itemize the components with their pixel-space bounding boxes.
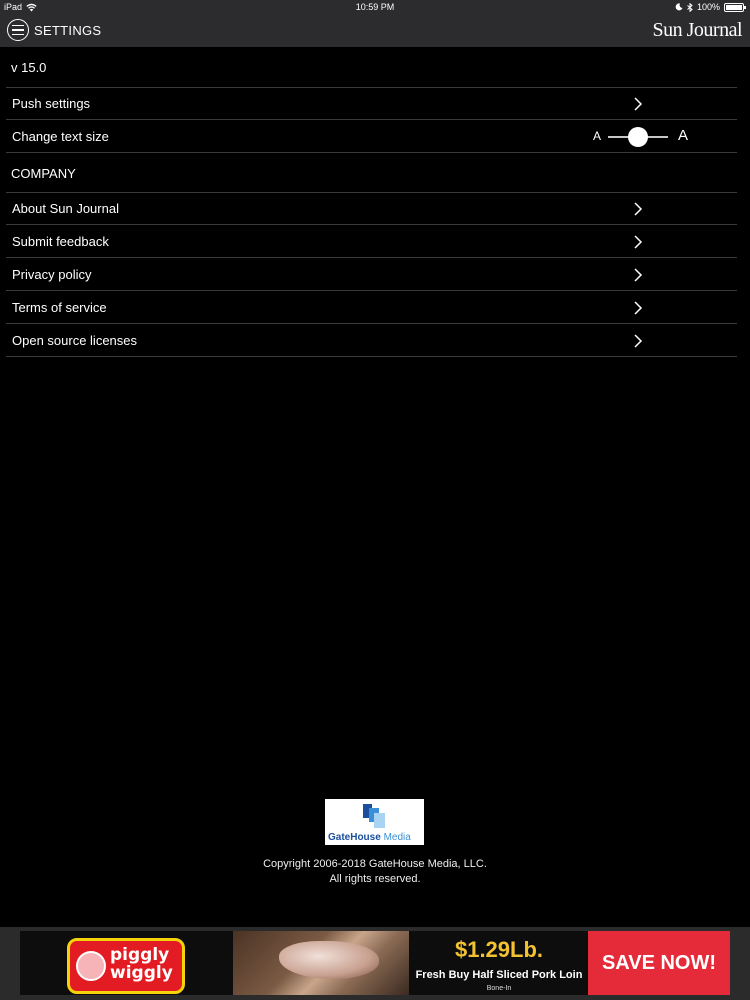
bluetooth-icon (687, 2, 693, 12)
open-source-licenses-row[interactable]: Open source licenses (6, 324, 737, 357)
top-bar: SETTINGS Sun Journal (0, 15, 750, 47)
status-right: 100% (675, 2, 746, 12)
page-title: SETTINGS (34, 23, 102, 38)
status-bar: iPad 10:59 PM 100% (0, 0, 750, 15)
company-section-title: COMPANY (11, 166, 76, 181)
ad-banner[interactable]: piggly wiggly $1.29Lb. Fresh Buy Half Sl… (0, 927, 750, 1000)
chevron-right-icon (634, 235, 643, 249)
chevron-right-icon (634, 202, 643, 216)
save-now-button[interactable]: SAVE NOW! (588, 931, 730, 995)
list-item-label: About Sun Journal (12, 201, 119, 216)
list-item-label: Privacy policy (12, 267, 92, 282)
status-time: 10:59 PM (355, 2, 395, 12)
list-item-label: Terms of service (12, 300, 107, 315)
chevron-right-icon (634, 301, 643, 315)
about-sun-journal-row[interactable]: About Sun Journal (6, 192, 737, 225)
menu-icon-line (12, 29, 24, 31)
text-size-label: Change text size (12, 129, 109, 144)
slider-thumb[interactable] (628, 127, 648, 147)
text-size-row: Change text size A A (6, 120, 737, 153)
menu-button[interactable] (7, 19, 29, 41)
list-item-label: Open source licenses (12, 333, 138, 348)
piggly-wiggly-logo: piggly wiggly (67, 938, 185, 994)
gatehouse-logo-text: GateHouse Media (328, 832, 411, 843)
list-item-label: Submit feedback (12, 234, 109, 249)
battery-percent: 100% (696, 2, 720, 12)
ad-description: Fresh Buy Half Sliced Pork Loin (415, 969, 583, 981)
chevron-right-icon (634, 334, 643, 348)
menu-icon-line (12, 24, 24, 27)
ad-price: $1.29Lb. (454, 937, 544, 962)
ad-content[interactable]: piggly wiggly $1.29Lb. Fresh Buy Half Sl… (20, 931, 730, 995)
copyright-text: Copyright 2006-2018 GateHouse Media, LLC… (0, 857, 750, 887)
text-size-slider[interactable]: A A (586, 126, 696, 148)
pig-icon (76, 951, 106, 981)
pork-loin-image (233, 931, 409, 995)
logo-text: Sun Journal (652, 19, 743, 41)
push-settings-label: Push settings (12, 96, 91, 111)
app-version: v 15.0 (11, 60, 47, 75)
push-settings-row[interactable]: Push settings (6, 87, 737, 120)
privacy-policy-row[interactable]: Privacy policy (6, 258, 737, 291)
text-size-large-label: A (678, 127, 689, 144)
menu-icon-line (12, 33, 24, 36)
sun-journal-logo: Sun Journal (652, 19, 743, 42)
ad-subdescription: Bone-In (486, 985, 512, 992)
battery-icon (724, 2, 746, 12)
gatehouse-media-logo: GateHouse Media (325, 799, 424, 845)
ad-brand: piggly wiggly (110, 945, 173, 983)
chevron-right-icon (634, 268, 643, 282)
gatehouse-logo-mark (363, 804, 385, 828)
text-size-small-label: A (593, 129, 602, 143)
submit-feedback-row[interactable]: Submit feedback (6, 225, 737, 258)
terms-of-service-row[interactable]: Terms of service (6, 291, 737, 324)
copyright-line: All rights reserved. (329, 873, 421, 885)
chevron-right-icon (634, 97, 643, 111)
copyright-line: Copyright 2006-2018 GateHouse Media, LLC… (263, 858, 487, 870)
moon-icon (675, 3, 683, 11)
